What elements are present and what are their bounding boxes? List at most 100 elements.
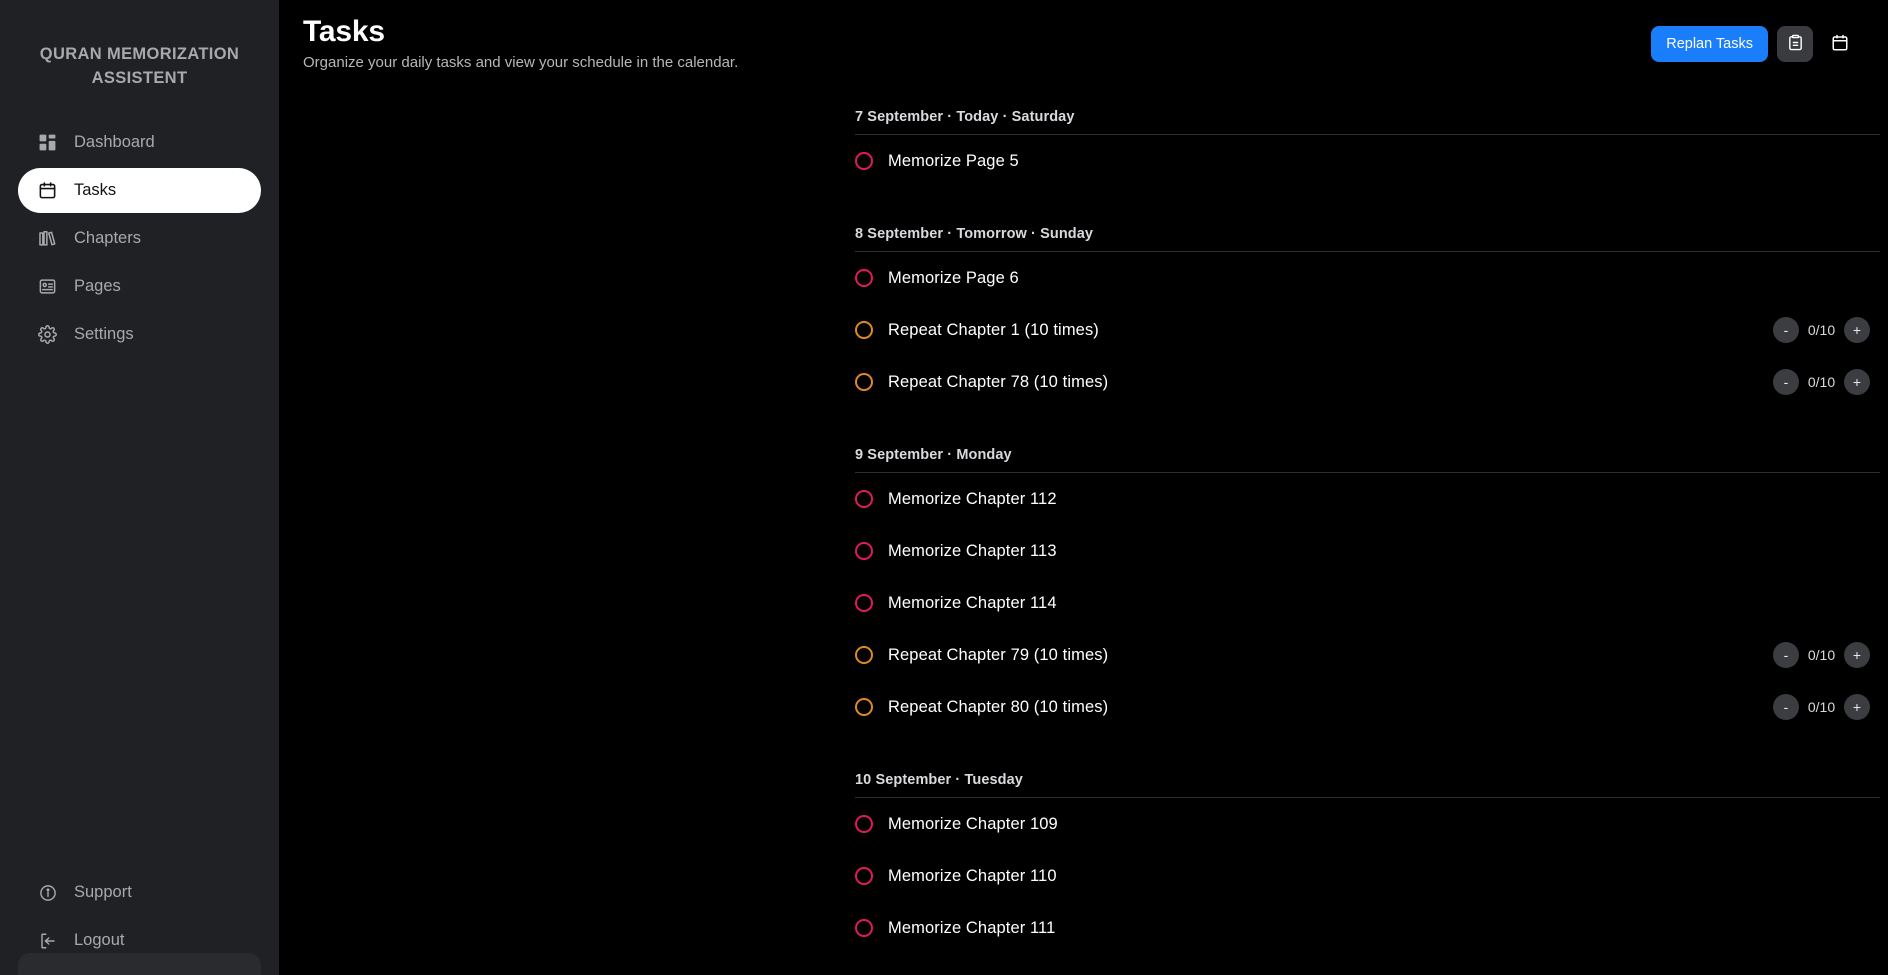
day-header: 8 September · Tomorrow · Sunday bbox=[855, 226, 1880, 252]
task-label: Memorize Page 5 bbox=[888, 151, 1019, 170]
info-icon bbox=[37, 882, 58, 903]
sidebar-item-tasks[interactable]: Tasks bbox=[18, 168, 261, 213]
sidebar-item-label: Pages bbox=[74, 277, 121, 295]
task-complete-toggle[interactable] bbox=[855, 152, 873, 170]
task-row[interactable]: Memorize Page 6 bbox=[855, 252, 1880, 304]
task-label: Repeat Chapter 80 (10 times) bbox=[888, 697, 1109, 716]
task-complete-toggle[interactable] bbox=[855, 646, 873, 664]
decrement-button[interactable]: - bbox=[1773, 317, 1799, 343]
task-complete-toggle[interactable] bbox=[855, 269, 873, 287]
sidebar-item-pages[interactable]: Pages bbox=[18, 264, 261, 309]
task-label: Memorize Chapter 110 bbox=[888, 866, 1057, 885]
task-label: Repeat Chapter 1 (10 times) bbox=[888, 320, 1099, 339]
task-row-main: Memorize Page 5 bbox=[855, 152, 1870, 171]
day-group: 7 September · Today · Saturday Memorize P… bbox=[279, 109, 1888, 187]
sidebar-item-label: Settings bbox=[74, 325, 134, 343]
decrement-button[interactable]: - bbox=[1773, 694, 1799, 720]
decrement-button[interactable]: - bbox=[1773, 642, 1799, 668]
clipboard-icon bbox=[1787, 34, 1804, 54]
page-icon bbox=[37, 276, 58, 297]
sidebar-nav: Dashboard Tasks Chapters Pages Settings bbox=[0, 120, 279, 357]
page-heading-block: Tasks Organize your daily tasks and view… bbox=[303, 13, 738, 73]
task-complete-toggle[interactable] bbox=[855, 698, 873, 716]
task-complete-toggle[interactable] bbox=[855, 867, 873, 885]
calendar-icon bbox=[1831, 34, 1849, 55]
task-complete-toggle[interactable] bbox=[855, 321, 873, 339]
task-complete-toggle[interactable] bbox=[855, 490, 873, 508]
task-list-scroll-area[interactable]: 7 September · Today · Saturday Memorize P… bbox=[279, 109, 1888, 975]
sidebar-item-chapters[interactable]: Chapters bbox=[18, 216, 261, 261]
repetition-counter: -0/10 + bbox=[1773, 642, 1870, 668]
sidebar-item-label: Support bbox=[74, 883, 132, 901]
task-row[interactable]: Memorize Chapter 111 bbox=[855, 902, 1880, 954]
increment-button[interactable]: + bbox=[1844, 369, 1870, 395]
repetition-progress-value: 0/10 bbox=[1807, 322, 1836, 338]
task-row-main: Memorize Chapter 112 bbox=[855, 490, 1870, 509]
task-label: Memorize Page 6 bbox=[888, 268, 1019, 287]
app-root: Quran Memorization Assistent Dashboard Ta… bbox=[0, 0, 1888, 975]
page-header: Tasks Organize your daily tasks and view… bbox=[279, 0, 1888, 73]
task-label: Memorize Chapter 111 bbox=[888, 918, 1056, 937]
day-header: 9 September · Monday bbox=[855, 447, 1880, 473]
task-complete-toggle[interactable] bbox=[855, 815, 873, 833]
task-label: Repeat Chapter 78 (10 times) bbox=[888, 372, 1109, 391]
header-actions: Replan Tasks bbox=[1651, 13, 1858, 62]
day-group: 8 September · Tomorrow · Sunday Memorize … bbox=[279, 226, 1888, 408]
task-row[interactable]: Memorize Chapter 109 bbox=[855, 798, 1880, 850]
books-icon bbox=[37, 228, 58, 249]
task-label: Repeat Chapter 79 (10 times) bbox=[888, 645, 1109, 664]
increment-button[interactable]: + bbox=[1844, 694, 1870, 720]
task-row-main: Memorize Chapter 114 bbox=[855, 594, 1870, 613]
task-row[interactable]: Repeat Chapter 1 (10 times) -0/10 + bbox=[855, 304, 1880, 356]
task-row[interactable]: Memorize Chapter 113 bbox=[855, 525, 1880, 577]
app-brand-title: Quran Memorization Assistent bbox=[39, 45, 240, 87]
task-row-main: Memorize Chapter 111 bbox=[855, 919, 1870, 938]
task-row-main: Repeat Chapter 78 (10 times) bbox=[855, 373, 1773, 392]
sidebar: Quran Memorization Assistent Dashboard Ta… bbox=[0, 0, 279, 975]
task-row-main: Repeat Chapter 80 (10 times) bbox=[855, 698, 1773, 717]
task-label: Memorize Chapter 109 bbox=[888, 814, 1058, 833]
list-view-button[interactable] bbox=[1777, 26, 1813, 62]
page-title: Tasks bbox=[303, 15, 385, 48]
day-header: 10 September · Tuesday bbox=[855, 772, 1880, 798]
decrement-button[interactable]: - bbox=[1773, 369, 1799, 395]
day-header: 7 September · Today · Saturday bbox=[855, 109, 1880, 135]
task-complete-toggle[interactable] bbox=[855, 373, 873, 391]
task-row[interactable]: Repeat Chapter 79 (10 times) -0/10 + bbox=[855, 629, 1880, 681]
task-row[interactable]: Repeat Chapter 80 (10 times) -0/10 + bbox=[855, 681, 1880, 733]
logout-icon bbox=[37, 930, 58, 951]
task-complete-toggle[interactable] bbox=[855, 594, 873, 612]
task-row[interactable]: Memorize Page 5 bbox=[855, 135, 1880, 187]
task-complete-toggle[interactable] bbox=[855, 542, 873, 560]
main-content: Tasks Organize your daily tasks and view… bbox=[279, 0, 1888, 975]
task-row-main: Memorize Page 6 bbox=[855, 269, 1870, 288]
task-row[interactable]: Memorize Chapter 110 bbox=[855, 850, 1880, 902]
task-row[interactable]: Memorize Chapter 114 bbox=[855, 577, 1880, 629]
increment-button[interactable]: + bbox=[1844, 642, 1870, 668]
task-label: Memorize Chapter 113 bbox=[888, 541, 1057, 560]
sidebar-item-dashboard[interactable]: Dashboard bbox=[18, 120, 261, 165]
sidebar-item-label: Tasks bbox=[74, 181, 117, 199]
repetition-progress-value: 0/10 bbox=[1807, 647, 1836, 663]
repetition-counter: -0/10 + bbox=[1773, 369, 1870, 395]
gear-icon bbox=[37, 324, 58, 345]
repetition-progress-value: 0/10 bbox=[1807, 374, 1836, 390]
increment-button[interactable]: + bbox=[1844, 317, 1870, 343]
repetition-counter: -0/10 + bbox=[1773, 694, 1870, 720]
task-label: Memorize Chapter 112 bbox=[888, 489, 1057, 508]
task-row-main: Memorize Chapter 109 bbox=[855, 815, 1870, 834]
task-row[interactable]: Memorize Chapter 112 bbox=[855, 473, 1880, 525]
sidebar-bottom-item-support[interactable]: Support bbox=[18, 870, 261, 915]
task-complete-toggle[interactable] bbox=[855, 919, 873, 937]
calendar-view-button[interactable] bbox=[1822, 26, 1858, 62]
sidebar-footer-card bbox=[18, 953, 261, 975]
task-row-main: Memorize Chapter 110 bbox=[855, 867, 1870, 886]
sidebar-item-settings[interactable]: Settings bbox=[18, 312, 261, 357]
task-label: Memorize Chapter 114 bbox=[888, 593, 1057, 612]
replan-tasks-button[interactable]: Replan Tasks bbox=[1651, 26, 1768, 62]
task-row[interactable]: Repeat Chapter 78 (10 times) -0/10 + bbox=[855, 356, 1880, 408]
dashboard-icon bbox=[37, 132, 58, 153]
repetition-counter: -0/10 + bbox=[1773, 317, 1870, 343]
sidebar-item-label: Chapters bbox=[74, 229, 141, 247]
